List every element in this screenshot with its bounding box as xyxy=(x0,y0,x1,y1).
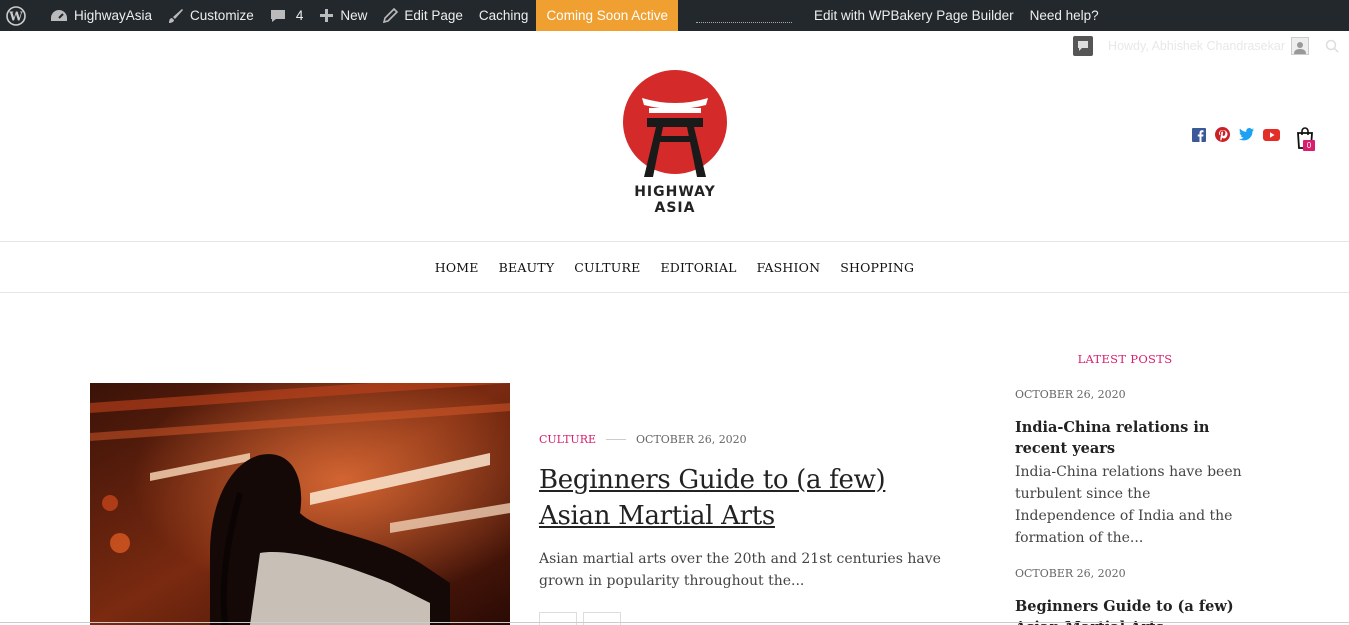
edit-page-label: Edit Page xyxy=(404,8,463,23)
site-name-label: HighwayAsia xyxy=(74,8,153,23)
latest-posts-heading: LATEST POSTS xyxy=(1077,352,1173,366)
wordpress-icon: W xyxy=(6,5,26,26)
wordpress-logo-button[interactable]: W xyxy=(0,0,42,31)
social-links xyxy=(1192,127,1289,142)
plus-icon xyxy=(320,9,334,22)
nav-item-home[interactable]: HOME xyxy=(435,260,479,275)
post-category-link[interactable]: CULTURE xyxy=(539,433,596,446)
sidebar-post-date: OCTOBER 26, 2020 xyxy=(1015,567,1126,580)
sidebar-post-date: OCTOBER 26, 2020 xyxy=(1015,388,1126,401)
wpbakery-label: Edit with WPBakery Page Builder xyxy=(814,8,1014,23)
wpbakery-link[interactable]: Edit with WPBakery Page Builder xyxy=(806,0,1022,31)
user-bar: Howdy, Abhishek Chandrasekar xyxy=(1073,36,1339,56)
torii-gate-logo-icon xyxy=(623,70,727,177)
site-name-link[interactable]: HighwayAsia xyxy=(42,0,160,31)
sidebar-post-excerpt: India-China relations have been turbulen… xyxy=(1015,464,1242,546)
pencil-icon xyxy=(383,8,399,23)
meta-divider xyxy=(606,439,627,440)
nav-item-editorial[interactable]: EDITORIAL xyxy=(660,260,736,275)
nav-item-culture[interactable]: CULTURE xyxy=(574,260,640,275)
avatar[interactable] xyxy=(1291,37,1309,55)
comment-icon xyxy=(270,9,285,22)
customize-link[interactable]: Customize xyxy=(160,0,262,31)
adminbar-placeholder[interactable] xyxy=(696,9,793,23)
admin-bar: W HighwayAsia Customize 4 New Edit Page … xyxy=(0,0,1349,31)
user-icon xyxy=(1294,42,1306,54)
sidebar-post-title[interactable]: India-China relations in recent years xyxy=(1015,417,1245,459)
help-label: Need help? xyxy=(1029,8,1099,23)
brush-icon xyxy=(169,8,184,23)
search-icon[interactable] xyxy=(1325,39,1339,53)
nav-item-fashion[interactable]: FASHION xyxy=(757,260,821,275)
new-content-link[interactable]: New xyxy=(311,0,375,31)
comment-icon xyxy=(1078,41,1089,51)
pinterest-icon[interactable] xyxy=(1215,127,1230,142)
post-title-link[interactable]: Beginners Guide to (a few) Asian Martial… xyxy=(539,462,959,534)
sidebar-post-title[interactable]: Beginners Guide to (a few) Asian Martial… xyxy=(1015,596,1245,625)
help-link[interactable]: Need help? xyxy=(1022,0,1107,31)
twitter-icon[interactable] xyxy=(1239,128,1254,141)
action-button[interactable] xyxy=(583,612,621,625)
cart-count-badge: 0 xyxy=(1303,140,1315,151)
edit-page-link[interactable]: Edit Page xyxy=(375,0,471,31)
post-meta: CULTURE OCTOBER 26, 2020 xyxy=(539,433,747,446)
featured-post-image[interactable] xyxy=(90,383,510,625)
customize-label: Customize xyxy=(190,8,254,23)
caching-link[interactable]: Caching xyxy=(471,0,537,31)
coming-soon-badge[interactable]: Coming Soon Active xyxy=(536,0,679,31)
post-excerpt: Asian martial arts over the 20th and 21s… xyxy=(539,551,941,589)
facebook-icon[interactable] xyxy=(1192,127,1206,142)
nav-item-beauty[interactable]: BEAUTY xyxy=(499,260,555,275)
main-navigation: HOME BEAUTY CULTURE EDITORIAL FASHION SH… xyxy=(0,241,1349,293)
youtube-icon[interactable] xyxy=(1263,128,1280,141)
notification-button[interactable] xyxy=(1073,36,1094,56)
action-button[interactable] xyxy=(539,612,577,625)
post-date: OCTOBER 26, 2020 xyxy=(636,433,747,446)
coming-soon-label: Coming Soon Active xyxy=(546,8,669,23)
dashboard-icon xyxy=(51,9,67,21)
site-logo[interactable]: HIGHWAY ASIA xyxy=(614,66,736,216)
comments-link[interactable]: 4 xyxy=(262,0,312,31)
comments-count: 4 xyxy=(295,8,304,23)
nav-item-shopping[interactable]: SHOPPING xyxy=(840,260,914,275)
page-bottom-divider xyxy=(0,622,1349,623)
svg-text:W: W xyxy=(8,9,23,23)
caching-label: Caching xyxy=(478,8,529,23)
new-label: New xyxy=(340,8,368,23)
sidebar-post: OCTOBER 26, 2020 Beginners Guide to (a f… xyxy=(1015,567,1245,625)
logo-wordmark: HIGHWAY ASIA xyxy=(634,184,716,216)
sidebar-post: OCTOBER 26, 2020 India-China relations i… xyxy=(1015,388,1245,549)
howdy-user-label[interactable]: Howdy, Abhishek Chandrasekar xyxy=(1108,39,1285,53)
post-actions xyxy=(539,612,627,625)
